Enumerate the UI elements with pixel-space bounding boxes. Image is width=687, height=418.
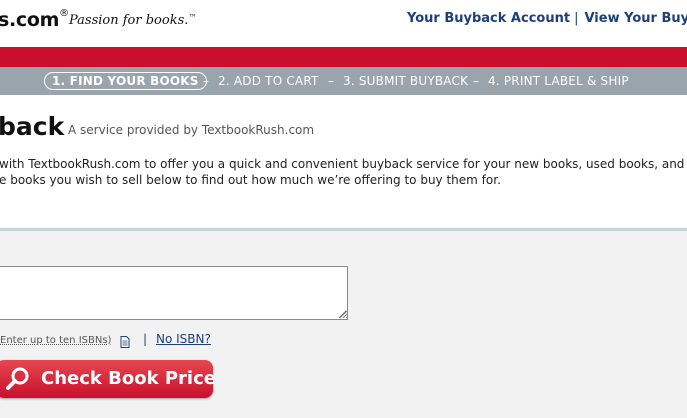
view-buyback-link[interactable]: View Your Buyba — [584, 11, 687, 26]
tagline-text: Passion for books. — [69, 13, 189, 28]
step-separator: – — [473, 74, 479, 88]
buyback-account-link[interactable]: Your Buyback Account — [407, 11, 570, 26]
resize-grip-icon[interactable] — [339, 310, 348, 319]
step-separator: – — [203, 74, 209, 88]
check-book-price-label: Check Book Price — [41, 368, 216, 389]
step-find-books: 1. FIND YOUR BOOKS — [44, 72, 207, 90]
step-print-label: 4. PRINT LABEL & SHIP — [488, 74, 629, 88]
site-logo[interactable]: s.com® — [0, 8, 69, 31]
magnifier-icon — [6, 367, 29, 390]
intro-line-1: with TextbookRush.com to offer you a qui… — [0, 157, 685, 171]
link-separator: | — [143, 332, 148, 346]
intro-description: with TextbookRush.com to offer you a qui… — [0, 156, 684, 188]
tagline: Passion for books.™ — [69, 13, 196, 28]
step-add-to-cart: 2. ADD TO CART — [218, 74, 319, 88]
step-submit-buyback: 3. SUBMIT BUYBACK — [343, 74, 469, 88]
buyback-steps-bar: 1. FIND YOUR BOOKS – 2. ADD TO CART – 3.… — [0, 67, 687, 95]
trademark-mark: ™ — [188, 13, 197, 22]
isbn-input[interactable] — [0, 266, 348, 320]
account-links: Your Buyback Account | View Your Buyba — [407, 11, 687, 26]
step-separator: – — [328, 74, 334, 88]
logo-text: s.com — [0, 9, 60, 31]
intro-line-2: e books you wish to sell below to find o… — [0, 173, 501, 187]
isbn-hint[interactable]: Enter up to ten ISBNs) — [0, 335, 111, 346]
check-book-price-button[interactable]: Check Book Price — [0, 360, 216, 398]
service-note: A service provided by TextbookRush.com — [68, 123, 315, 137]
page-title: back — [0, 112, 65, 141]
site-header: s.com® Passion for books.™ Your Buyback … — [0, 0, 687, 47]
brand-red-bar — [0, 47, 687, 67]
registered-mark: ® — [59, 8, 69, 19]
intro-section: back A service provided by TextbookRush.… — [0, 95, 687, 231]
document-icon[interactable] — [120, 336, 130, 348]
no-isbn-link[interactable]: No ISBN? — [156, 332, 211, 346]
link-separator: | — [574, 11, 579, 26]
